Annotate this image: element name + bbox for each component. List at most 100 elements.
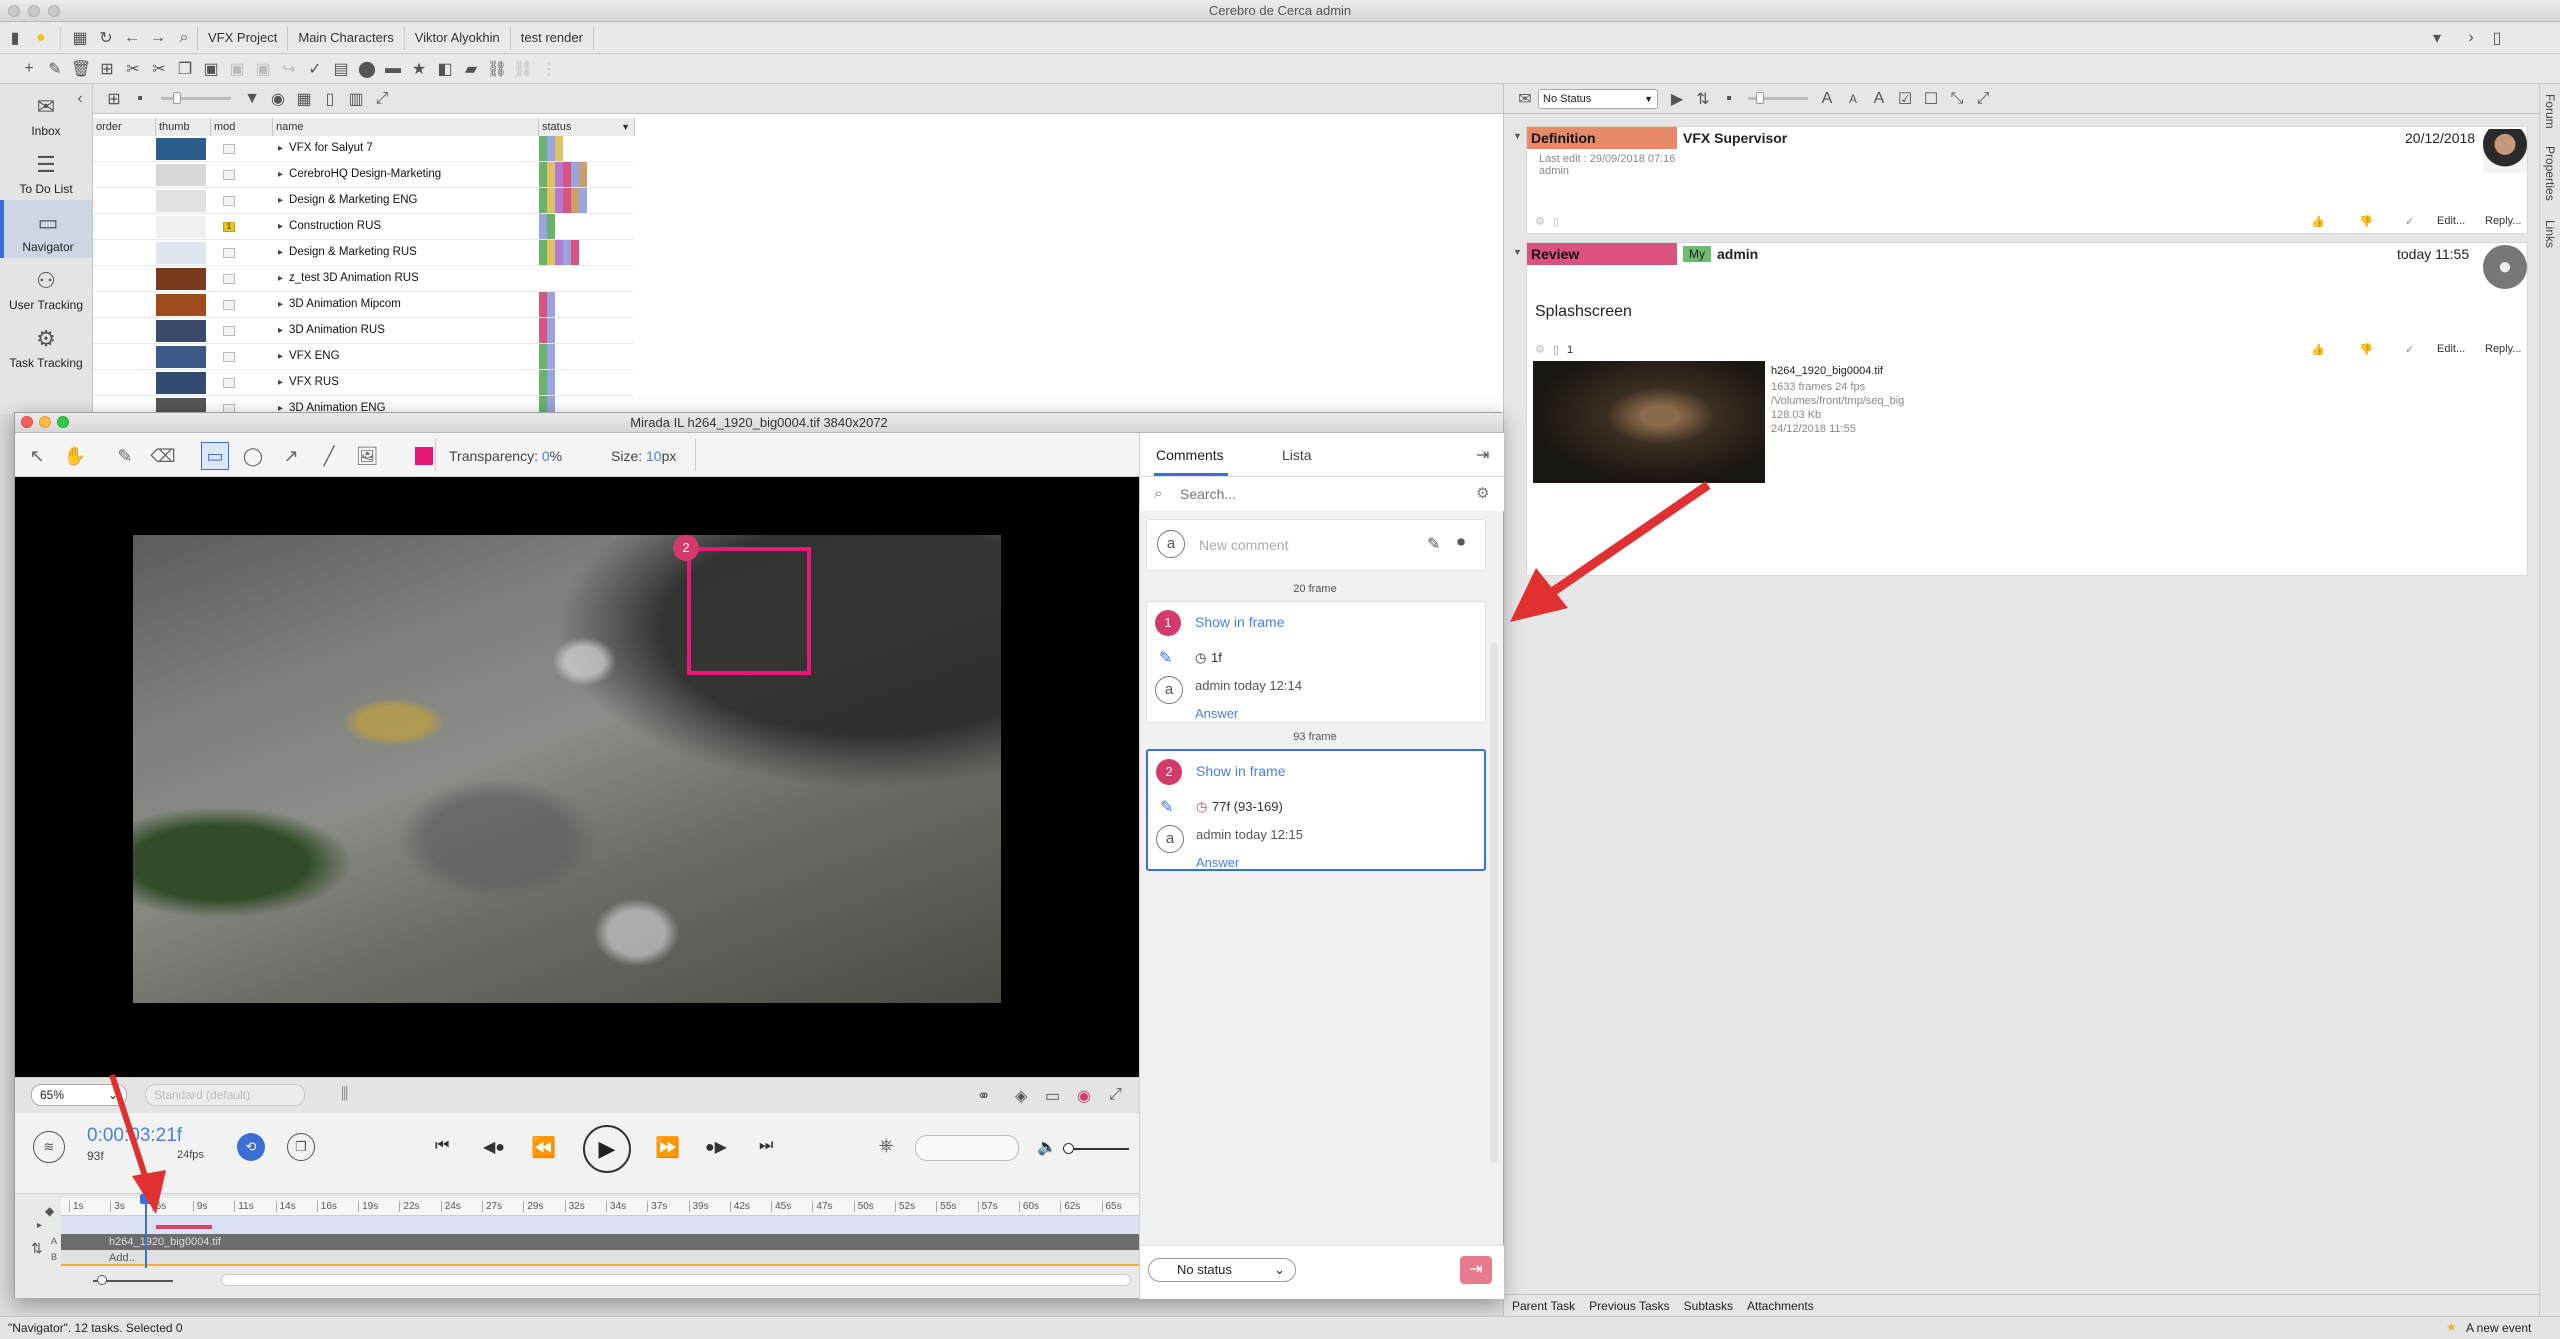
- video-record-icon[interactable]: ⏺: [1457, 534, 1465, 552]
- star-icon[interactable]: ★: [406, 56, 432, 82]
- row-name[interactable]: VFX for Salyut 7: [278, 142, 373, 154]
- tab-lista[interactable]: Lista: [1282, 447, 1312, 463]
- collapse-icon[interactable]: ⤡: [1944, 86, 1970, 112]
- hierarchy-icon[interactable]: ⊞: [94, 56, 120, 82]
- share-icon[interactable]: ↪: [276, 56, 302, 82]
- video-frame[interactable]: 2: [133, 535, 1001, 1003]
- new-comment-input[interactable]: New comment: [1199, 537, 1288, 553]
- approve-icon[interactable]: ✓: [2405, 215, 2414, 228]
- refresh-icon[interactable]: ↻: [93, 25, 119, 51]
- thumbnail-size-slider[interactable]: [161, 92, 231, 104]
- view-mode-select[interactable]: Standard (default): [145, 1084, 305, 1106]
- table-row[interactable]: 3D Animation Mipcom: [93, 292, 633, 318]
- sidebar-item-user-tracking[interactable]: ⚇ User Tracking: [0, 258, 92, 316]
- line-tool-icon[interactable]: ╱: [315, 442, 343, 470]
- minimize-window-button[interactable]: [39, 416, 51, 428]
- row-name[interactable]: CerebroHQ Design-Marketing: [278, 168, 441, 180]
- image-size-slider[interactable]: [1748, 92, 1808, 104]
- message-icon[interactable]: ✉: [1512, 86, 1538, 112]
- font-smaller-icon[interactable]: A: [1840, 86, 1866, 112]
- tab-parent-task[interactable]: Parent Task: [1512, 1299, 1575, 1313]
- settings-icon[interactable]: ⚙: [1476, 484, 1489, 502]
- settings-icon[interactable]: ⚙: [1535, 343, 1545, 356]
- close-window-button[interactable]: [8, 5, 20, 17]
- table-row[interactable]: 3D Animation RUS: [93, 318, 633, 344]
- column-header-order[interactable]: order: [93, 118, 156, 136]
- folder-icon[interactable]: ▬: [380, 56, 406, 82]
- hierarchy-icon[interactable]: ⊞: [101, 86, 127, 112]
- reply-link[interactable]: Reply...: [2485, 215, 2521, 227]
- sidebar-item-task-tracking[interactable]: ⚙ Task Tracking: [0, 316, 92, 374]
- document-icon[interactable]: ▯: [2484, 25, 2510, 51]
- table-row[interactable]: VFX RUS: [93, 370, 633, 396]
- fullscreen-icon[interactable]: ⤢: [1109, 1086, 1122, 1104]
- breadcrumb-item[interactable]: test render: [511, 25, 594, 50]
- image-size-icon[interactable]: ▪: [1716, 86, 1742, 112]
- settings-icon[interactable]: ≋: [33, 1131, 65, 1163]
- trash-icon[interactable]: 🗑: [68, 56, 94, 82]
- annotation-marker[interactable]: 2: [673, 535, 699, 561]
- stack-icon[interactable]: ◧: [432, 56, 458, 82]
- tab-comments[interactable]: Comments: [1156, 447, 1224, 463]
- row-name[interactable]: z_test 3D Animation RUS: [278, 272, 419, 284]
- approve-icon[interactable]: ✓: [2405, 343, 2414, 356]
- volume-icon[interactable]: 🔈: [1037, 1137, 1057, 1157]
- columns-icon[interactable]: ▥: [343, 86, 369, 112]
- edit-link[interactable]: Edit...: [2437, 343, 2465, 355]
- row-name[interactable]: 3D Animation RUS: [278, 324, 385, 336]
- playhead[interactable]: [145, 1196, 147, 1268]
- thumbs-up-icon[interactable]: 👍: [2311, 343, 2325, 356]
- screen-icon[interactable]: ▭: [1045, 1086, 1060, 1106]
- tab-links[interactable]: Links: [2543, 220, 2557, 248]
- arrow-tool-icon[interactable]: ↗: [277, 442, 305, 470]
- eye-icon[interactable]: ◉: [265, 86, 291, 112]
- draw-annotation-icon[interactable]: ✎: [1427, 534, 1440, 554]
- add-track-row[interactable]: Add..: [61, 1250, 1139, 1266]
- unlink-icon[interactable]: ⛓: [510, 56, 536, 82]
- search-icon[interactable]: ⌕: [171, 25, 197, 51]
- transparency-value[interactable]: 0: [542, 448, 550, 464]
- search-input[interactable]: [1180, 483, 1460, 505]
- tab-forum[interactable]: Forum: [2543, 94, 2557, 129]
- zoom-window-button[interactable]: [57, 416, 69, 428]
- table-row[interactable]: CerebroHQ Design-Marketing: [93, 162, 633, 188]
- add-icon[interactable]: +: [16, 56, 42, 82]
- row-name[interactable]: Construction RUS: [278, 220, 381, 232]
- show-in-frame-link[interactable]: Show in frame: [1195, 614, 1284, 630]
- expand-icon[interactable]: ⤢: [1970, 86, 1996, 112]
- annotations-visibility-icon[interactable]: ◉: [1077, 1086, 1091, 1106]
- video-track[interactable]: h264_1920_big0004.tif: [61, 1234, 1139, 1250]
- expand-icon[interactable]: ⤢: [369, 86, 395, 112]
- text-icon[interactable]: A: [1866, 86, 1892, 112]
- panel-toggle-icon[interactable]: ▮: [2, 25, 28, 51]
- swap-tracks-icon[interactable]: ⇅: [31, 1240, 43, 1257]
- filter-icon[interactable]: ▼: [239, 86, 265, 112]
- skip-start-icon[interactable]: ⏮: [435, 1137, 449, 1155]
- column-header-name[interactable]: name: [273, 118, 539, 136]
- collapse-triangle-icon[interactable]: ▼: [1513, 247, 1522, 257]
- comment-card-selected[interactable]: 2 Show in frame ✎ ◷ 77f (93-169) a admin…: [1146, 749, 1486, 871]
- rectangle-tool-icon[interactable]: ▭: [201, 442, 229, 470]
- play-button[interactable]: ▶: [583, 1125, 631, 1173]
- panel-toggle-icon[interactable]: ⇥: [1476, 445, 1489, 465]
- show-in-frame-link[interactable]: Show in frame: [1196, 763, 1285, 779]
- new-event-text[interactable]: A new event: [2466, 1321, 2531, 1335]
- square-icon[interactable]: ☐: [1918, 86, 1944, 112]
- timeline-ruler[interactable]: 1s 3s 6s 9s 11s 14s 16s 19s 22s 24s 27s 29s 32s 34s 37…: [61, 1198, 1139, 1216]
- dropdown-icon[interactable]: ▾: [2424, 25, 2450, 51]
- table-row[interactable]: Design & Marketing RUS: [93, 240, 633, 266]
- paste-special-icon[interactable]: ▣: [224, 56, 250, 82]
- timeline-zoom-slider[interactable]: [93, 1275, 173, 1285]
- back-icon[interactable]: ←: [119, 25, 145, 51]
- audio-sync-icon[interactable]: ⎈: [879, 1135, 893, 1156]
- answer-link[interactable]: Answer: [1195, 706, 1238, 721]
- row-name[interactable]: Design & Marketing RUS: [278, 246, 417, 258]
- attachment-thumbnail[interactable]: [1533, 361, 1765, 483]
- skip-end-icon[interactable]: ⏭: [759, 1137, 773, 1155]
- playhead-handle[interactable]: [140, 1194, 152, 1204]
- comment-card[interactable]: 1 Show in frame ✎ ◷ 1f a admin today 12:…: [1146, 601, 1486, 723]
- sidebar-item-navigator[interactable]: ▭ Navigator: [0, 200, 92, 258]
- view-icon[interactable]: ▤: [328, 56, 354, 82]
- fast-forward-icon[interactable]: ⏩: [655, 1135, 680, 1160]
- timecode[interactable]: 0:00:03:21f: [87, 1125, 182, 1147]
